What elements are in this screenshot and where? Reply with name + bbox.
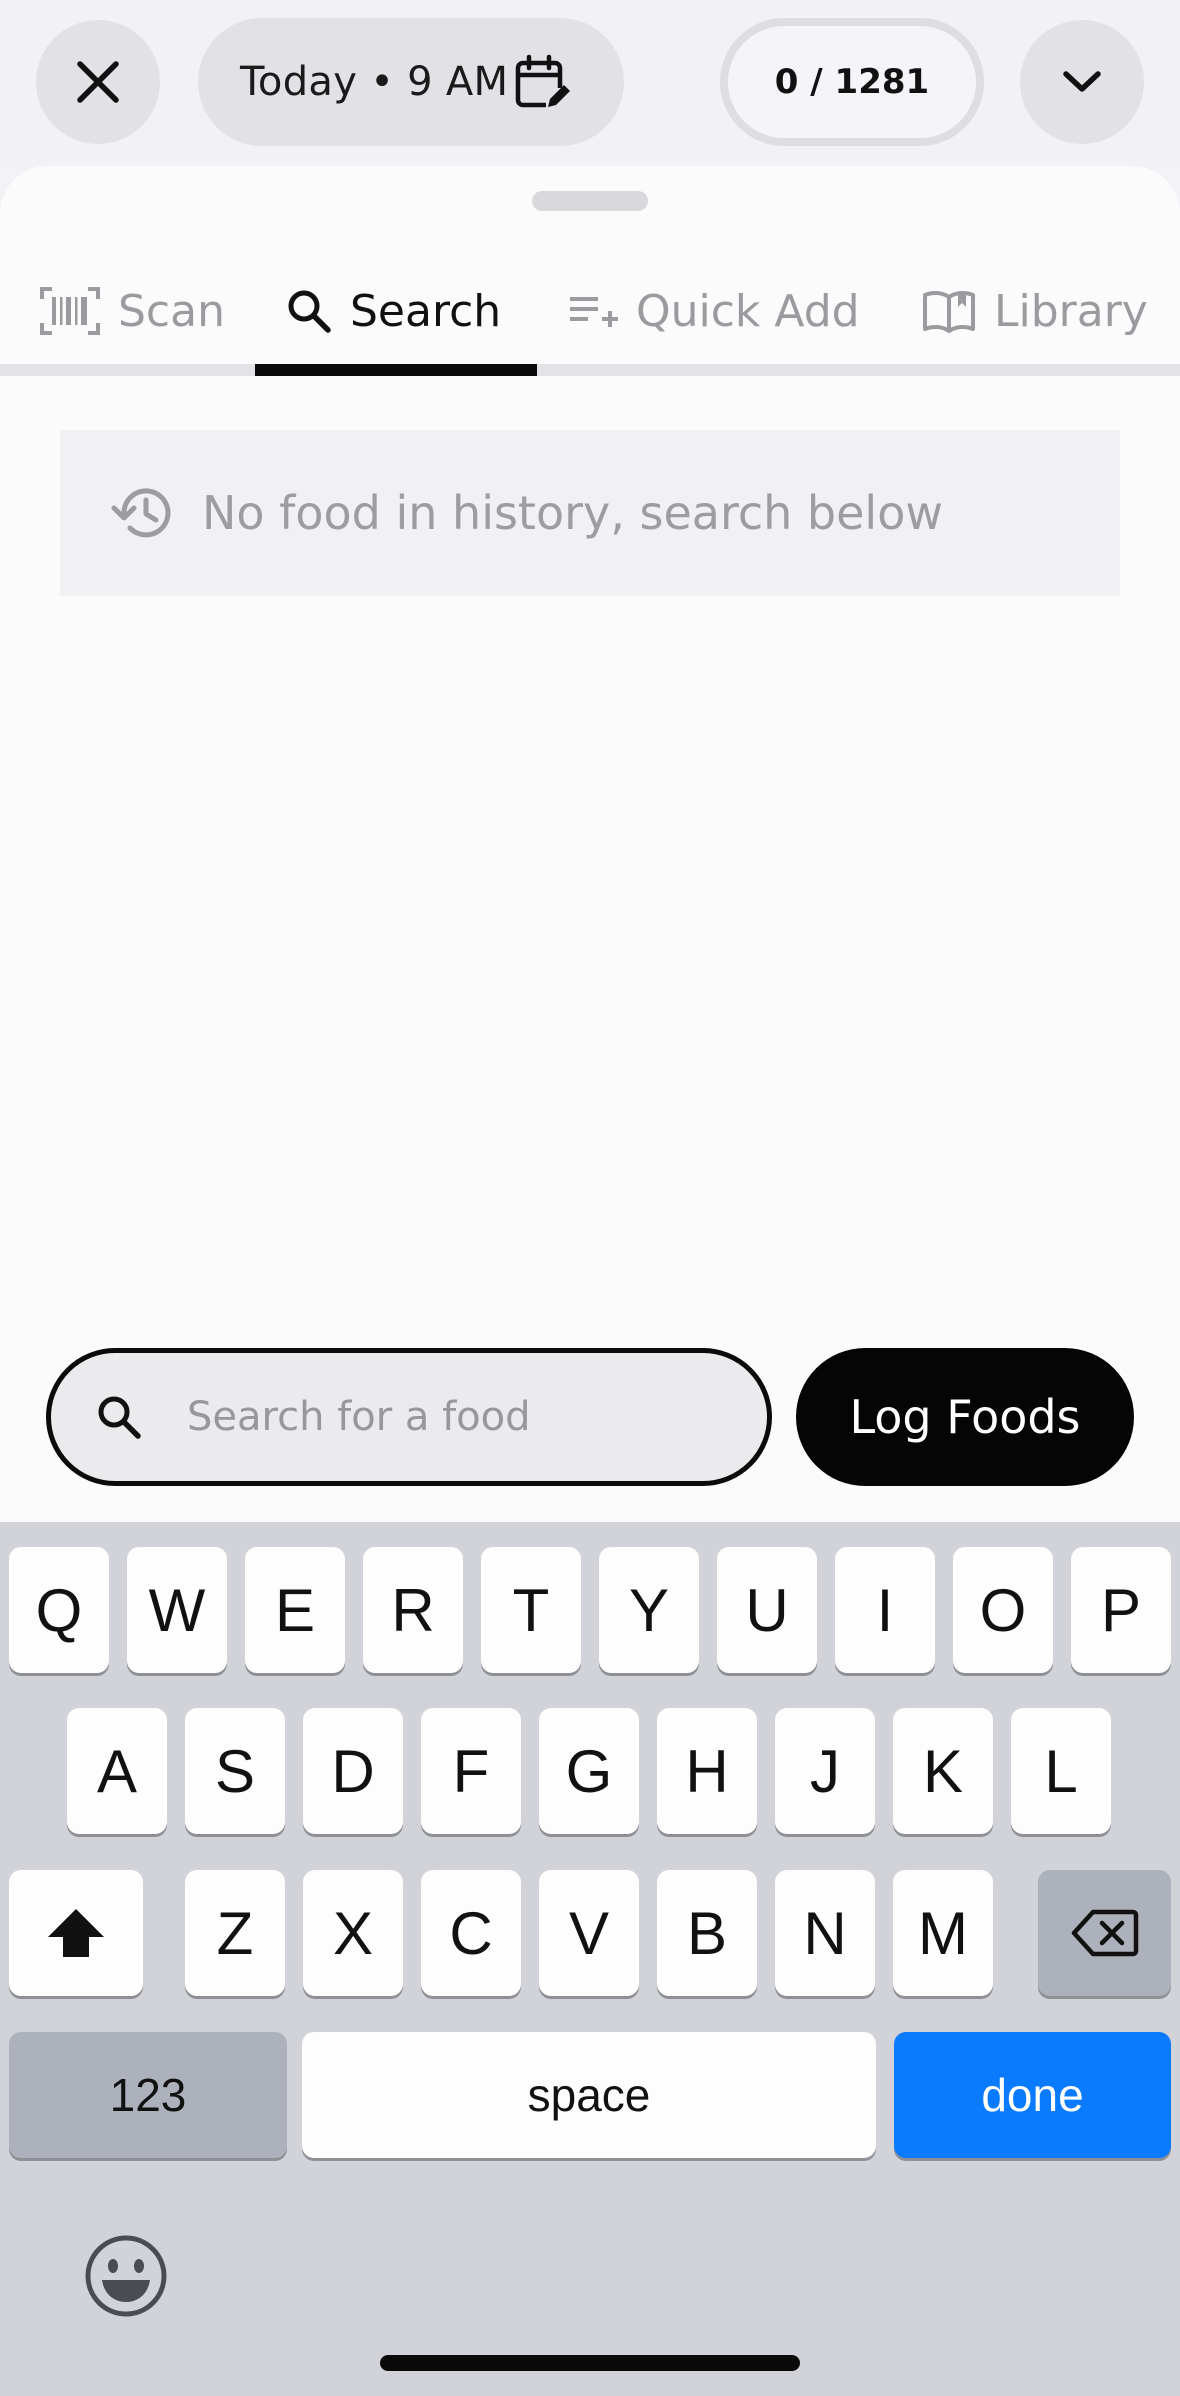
collapse-button[interactable] <box>1020 20 1144 144</box>
key-n[interactable]: N <box>775 1870 875 1996</box>
chevron-down-icon <box>1063 71 1101 92</box>
backspace-key[interactable] <box>1038 1870 1171 1996</box>
key-j[interactable]: J <box>775 1708 875 1834</box>
key-t[interactable]: T <box>481 1547 581 1673</box>
history-message: No food in history, search below <box>202 486 943 540</box>
close-button[interactable] <box>36 20 160 144</box>
done-key[interactable]: done <box>894 2032 1171 2158</box>
key-v[interactable]: V <box>539 1870 639 1996</box>
key-y[interactable]: Y <box>599 1547 699 1673</box>
search-input[interactable] <box>185 1393 709 1441</box>
history-empty-state: No food in history, search below <box>60 430 1120 596</box>
top-bar: Today • 9 AM 0 / 1281 <box>0 0 1180 170</box>
tab-library[interactable]: Library <box>922 246 1148 376</box>
backspace-icon <box>1071 1909 1138 1957</box>
history-icon <box>111 488 171 538</box>
key-i[interactable]: I <box>835 1547 935 1673</box>
key-e[interactable]: E <box>245 1547 345 1673</box>
calorie-counter[interactable]: 0 / 1281 <box>720 18 984 146</box>
tab-search[interactable]: Search <box>286 246 501 376</box>
date-time-selector[interactable]: Today • 9 AM <box>198 18 624 146</box>
key-a[interactable]: A <box>67 1708 167 1834</box>
home-indicator <box>380 2355 800 2371</box>
numbers-key[interactable]: 123 <box>9 2032 287 2158</box>
key-u[interactable]: U <box>717 1547 817 1673</box>
search-icon <box>288 290 331 333</box>
search-icon <box>98 1396 141 1439</box>
key-b[interactable]: B <box>657 1870 757 1996</box>
date-time-label: Today • 9 AM <box>240 59 509 105</box>
active-tab-indicator <box>255 364 537 376</box>
shift-icon <box>48 1909 104 1957</box>
log-foods-button[interactable]: Log Foods <box>796 1348 1134 1486</box>
key-k[interactable]: K <box>893 1708 993 1834</box>
key-f[interactable]: F <box>421 1708 521 1834</box>
emoji-button[interactable] <box>84 2234 168 2318</box>
shift-key[interactable] <box>9 1870 143 1996</box>
key-m[interactable]: M <box>893 1870 993 1996</box>
key-x[interactable]: X <box>303 1870 403 1996</box>
food-log-sheet: Scan Search Quick Add Library No food in… <box>0 166 1180 1526</box>
barcode-icon <box>40 287 100 335</box>
tab-quick-add[interactable]: Quick Add <box>568 246 860 376</box>
key-q[interactable]: Q <box>9 1547 109 1673</box>
key-o[interactable]: O <box>953 1547 1053 1673</box>
key-r[interactable]: R <box>363 1547 463 1673</box>
tab-label: Quick Add <box>636 285 860 337</box>
on-screen-keyboard: Q W E R T Y U I O P A S D F G H J K L Z … <box>0 1522 1180 2396</box>
key-d[interactable]: D <box>303 1708 403 1834</box>
playlist-add-icon <box>570 297 618 327</box>
food-search-field[interactable] <box>46 1348 772 1486</box>
tab-label: Search <box>350 285 502 337</box>
close-icon <box>77 61 119 103</box>
tab-scan[interactable]: Scan <box>40 246 225 376</box>
key-h[interactable]: H <box>657 1708 757 1834</box>
tab-track <box>0 364 1180 376</box>
space-key[interactable]: space <box>302 2032 876 2158</box>
book-open-icon <box>923 290 975 333</box>
key-s[interactable]: S <box>185 1708 285 1834</box>
tab-label: Scan <box>118 285 225 337</box>
key-l[interactable]: L <box>1011 1708 1111 1834</box>
tab-bar: Scan Search Quick Add Library <box>0 246 1180 376</box>
key-p[interactable]: P <box>1071 1547 1171 1673</box>
key-g[interactable]: G <box>539 1708 639 1834</box>
calendar-edit-icon <box>515 54 570 108</box>
key-z[interactable]: Z <box>185 1870 285 1996</box>
key-w[interactable]: W <box>127 1547 227 1673</box>
key-c[interactable]: C <box>421 1870 521 1996</box>
emoji-icon <box>85 2235 167 2317</box>
sheet-grabber[interactable] <box>532 191 648 211</box>
tab-label: Library <box>994 285 1148 337</box>
